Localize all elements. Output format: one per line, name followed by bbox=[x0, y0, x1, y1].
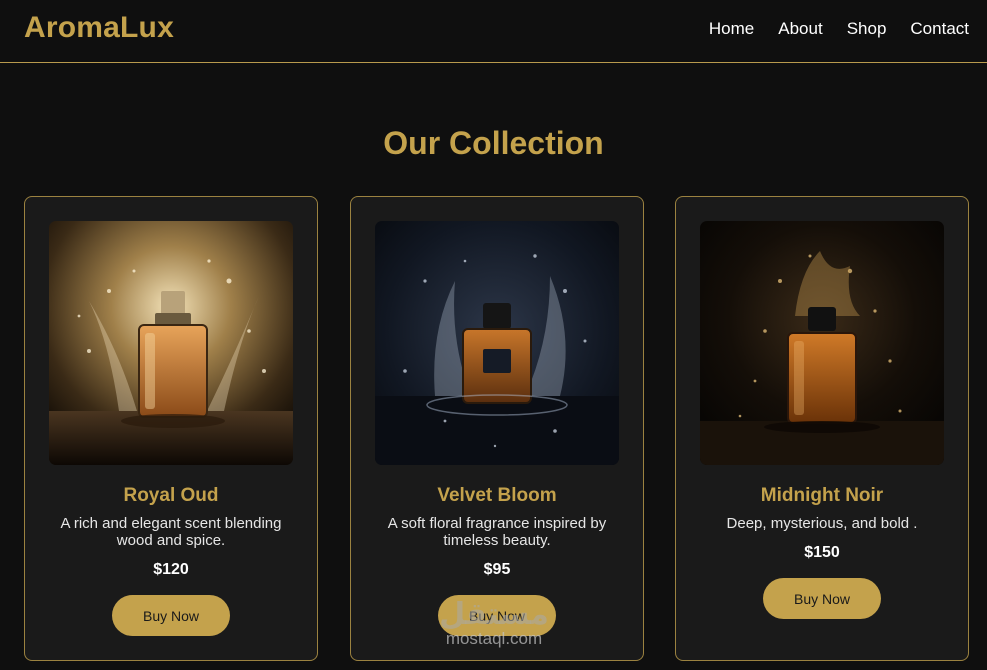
product-description: A rich and elegant scent blending wood a… bbox=[60, 515, 282, 549]
royal-oud-image bbox=[49, 221, 293, 465]
buy-now-button[interactable]: Buy Now bbox=[763, 578, 881, 619]
nav-shop-link[interactable]: Shop bbox=[847, 19, 887, 39]
product-card-midnight-noir: Midnight Noir Deep, mysterious, and bold… bbox=[675, 196, 969, 661]
product-description: Deep, mysterious, and bold . bbox=[726, 515, 918, 532]
buy-now-button[interactable]: Buy Now bbox=[438, 595, 556, 636]
product-description: A soft floral fragrance inspired by time… bbox=[387, 515, 607, 549]
main-nav: Home About Shop Contact bbox=[685, 19, 969, 39]
product-name: Velvet Bloom bbox=[437, 485, 557, 506]
collection-title: Our Collection bbox=[383, 125, 604, 161]
nav-about-link[interactable]: About bbox=[778, 19, 822, 39]
site-header: AromaLux Home About Shop Contact bbox=[0, 0, 987, 63]
site-logo[interactable]: AromaLux bbox=[24, 11, 174, 45]
product-price: $150 bbox=[804, 544, 840, 561]
velvet-bloom-image bbox=[375, 221, 619, 465]
buy-now-button[interactable]: Buy Now bbox=[112, 595, 230, 636]
product-card-velvet-bloom: Velvet Bloom A soft floral fragrance ins… bbox=[350, 196, 644, 661]
midnight-noir-image bbox=[700, 221, 944, 465]
product-price: $120 bbox=[153, 561, 189, 578]
product-name: Midnight Noir bbox=[760, 485, 884, 506]
product-card-royal-oud: Royal Oud A rich and elegant scent blend… bbox=[24, 196, 318, 661]
product-name: Royal Oud bbox=[123, 485, 219, 506]
nav-contact-link[interactable]: Contact bbox=[910, 19, 969, 39]
nav-home-link[interactable]: Home bbox=[709, 19, 754, 39]
product-price: $95 bbox=[483, 561, 511, 578]
